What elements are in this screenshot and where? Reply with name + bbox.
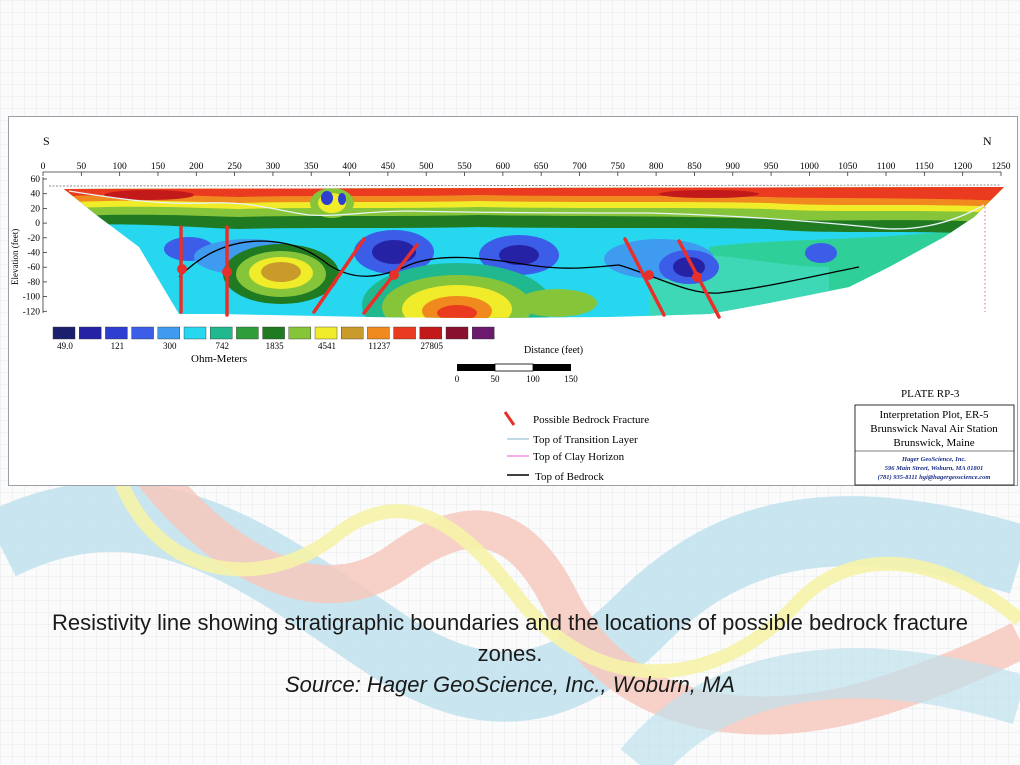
title-line-2: Brunswick Naval Air Station (870, 423, 998, 435)
x-tick-label: 750 (611, 162, 626, 172)
resistivity-cross-section (64, 187, 1004, 318)
fracture-marker (692, 272, 702, 282)
color-swatch (341, 326, 364, 340)
x-tick-label: 1250 (992, 162, 1011, 172)
x-tick-label: 200 (189, 162, 204, 172)
x-tick-label: 150 (151, 162, 166, 172)
figure-source: Source: Hager GeoScience, Inc., Woburn, … (285, 672, 735, 697)
y-tick-label: -60 (27, 263, 40, 273)
ground-surface-line (48, 184, 1002, 187)
color-scale-label: 300 (163, 341, 177, 351)
resistivity-plate: S N 0 50 100 150 200 250 300 350 400 450 500 550 600… (8, 116, 1018, 486)
y-tick-label: 40 (31, 190, 41, 200)
x-tick-label: 650 (534, 162, 549, 172)
x-tick-label: 900 (726, 162, 741, 172)
fracture-marker (644, 270, 654, 280)
x-tick-label: 1050 (838, 162, 857, 172)
y-axis-label: Elevation (feet) (10, 229, 20, 285)
color-swatch (419, 326, 442, 340)
x-tick-label: 800 (649, 162, 664, 172)
y-tick-label: 20 (31, 204, 41, 214)
legend-transition-label: Top of Transition Layer (533, 434, 638, 446)
color-swatch (52, 326, 76, 340)
color-swatch (105, 326, 128, 340)
scale-bar-tick-label: 0 (455, 374, 460, 384)
color-scale-label: 27805 (421, 341, 444, 351)
y-tick-label: -120 (23, 307, 41, 317)
y-tick-label: -80 (27, 278, 40, 288)
scale-bar-tick-label: 100 (526, 374, 540, 384)
title-line-1: Interpretation Plot, ER-5 (879, 409, 989, 421)
x-tick-label: 450 (381, 162, 396, 172)
color-swatch (183, 326, 207, 340)
color-scale-label: 4541 (318, 341, 336, 351)
x-tick-label: 950 (764, 162, 779, 172)
x-tick-label: 1100 (877, 162, 896, 172)
compass-south: S (43, 134, 50, 148)
x-tick-label: 250 (227, 162, 242, 172)
distance-label: Distance (feet) (524, 345, 583, 356)
color-swatch (367, 326, 390, 340)
color-swatch (262, 326, 285, 340)
company-name: Hager GeoScience, Inc. (901, 456, 966, 463)
color-scale-label: 121 (111, 341, 125, 351)
color-scale-label: 1835 (266, 341, 285, 351)
color-swatch (445, 326, 469, 340)
x-axis-ticks: 0 50 100 150 200 250 300 350 400 450 500 550 600 650 7… (41, 162, 1011, 176)
color-swatch (472, 326, 495, 340)
color-scale-swatches (52, 326, 495, 340)
color-swatch (209, 326, 233, 340)
x-tick-label: 350 (304, 162, 319, 172)
color-swatch (157, 326, 181, 340)
x-tick-label: 700 (572, 162, 587, 172)
y-tick-label: -20 (27, 234, 40, 244)
fracture-marker (177, 264, 187, 274)
x-tick-label: 500 (419, 162, 434, 172)
legend-clay-label: Top of Clay Horizon (533, 451, 625, 463)
color-swatch (288, 326, 311, 340)
legend-fracture-symbol (503, 411, 516, 426)
color-scale-label: 49.0 (57, 341, 73, 351)
x-tick-label: 0 (41, 162, 46, 172)
plate-number: PLATE RP-3 (901, 388, 960, 400)
color-swatch (314, 326, 338, 340)
x-tick-label: 100 (113, 162, 128, 172)
x-tick-label: 50 (77, 162, 87, 172)
title-line-3: Brunswick, Maine (893, 437, 974, 449)
x-tick-label: 1000 (800, 162, 819, 172)
x-tick-label: 400 (342, 162, 357, 172)
legend: Possible Bedrock Fracture Top of Transit… (503, 411, 649, 483)
legend-bedrock-label: Top of Bedrock (535, 471, 604, 483)
x-tick-label: 1150 (915, 162, 934, 172)
y-tick-label: 0 (35, 219, 40, 229)
fracture-marker (389, 270, 399, 280)
x-tick-label: 600 (496, 162, 511, 172)
x-tick-label: 850 (687, 162, 702, 172)
figure-caption: Resistivity line showing stratigraphic b… (52, 610, 968, 666)
company-address: 596 Main Street, Woburn, MA 01801 (885, 465, 984, 472)
x-tick-label: 550 (457, 162, 472, 172)
y-tick-label: 60 (31, 175, 41, 185)
color-swatch (131, 326, 154, 340)
color-scale-label: 742 (215, 341, 229, 351)
y-tick-label: -40 (27, 249, 40, 259)
color-scale-labels: 49.0 121 300 742 1835 4541 11237 27805 (57, 341, 443, 351)
color-scale-unit: Ohm-Meters (191, 353, 247, 365)
x-tick-label: 300 (266, 162, 281, 172)
scale-bar-tick-label: 50 (491, 374, 501, 384)
color-swatch (393, 326, 416, 340)
y-tick-label: -100 (23, 293, 41, 303)
legend-fracture-label: Possible Bedrock Fracture (533, 414, 649, 426)
color-swatch (78, 326, 102, 340)
fracture-marker (222, 267, 232, 277)
scale-bar-tick-label: 150 (564, 374, 578, 384)
scale-bar-ticks: 0 50 100 150 (455, 374, 579, 384)
company-contact: (781) 935-8111 hgi@hagergeoscience.com (878, 474, 991, 481)
color-scale-label: 11237 (368, 341, 391, 351)
scale-bar (457, 363, 571, 372)
compass-north: N (983, 134, 992, 148)
color-swatch (236, 326, 259, 340)
x-tick-label: 1200 (953, 162, 972, 172)
plate-figure: S N 0 50 100 150 200 250 300 350 400 450 500 550 600… (10, 134, 1015, 486)
